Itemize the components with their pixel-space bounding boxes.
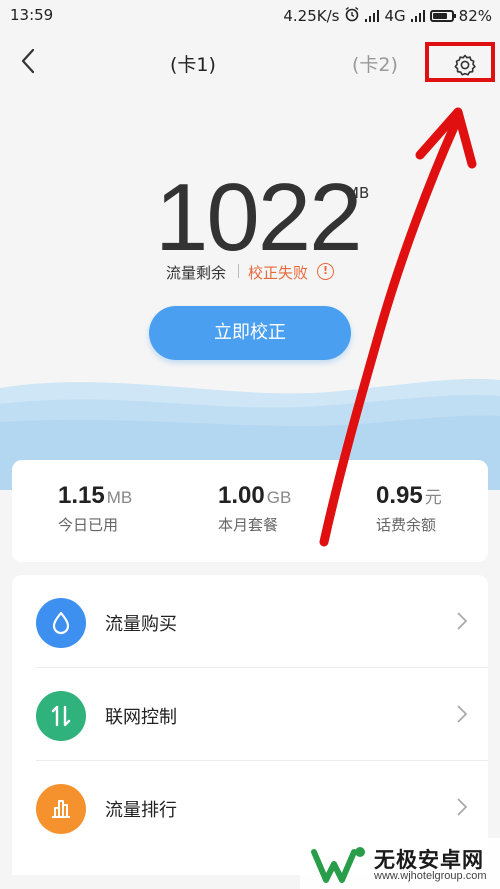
stat-value: 0.95 <box>376 482 423 509</box>
battery-percent: 82% <box>458 7 492 25</box>
watermark: 无极安卓网 www.wjhotelgroup.com <box>300 838 500 889</box>
watermark-url: www.wjhotelgroup.com <box>374 870 487 882</box>
arrows-up-down-icon <box>36 691 86 741</box>
stat-unit: MB <box>106 488 133 507</box>
status-indicators: 4.25K/s 4G 82% <box>283 6 492 26</box>
menu-item-purchase[interactable]: 流量购买 <box>12 575 488 667</box>
tab-card2[interactable]: (卡2) <box>352 50 398 77</box>
stat-label: 话费余额 <box>376 516 437 534</box>
battery-icon <box>429 10 456 22</box>
logo-icon <box>311 847 365 883</box>
stat-value: 1.15 <box>58 482 105 509</box>
divider <box>238 264 239 278</box>
exclamation-circle-icon[interactable]: ! <box>317 263 334 280</box>
stat-today-used[interactable]: 1.15 MB 今日已用 <box>58 482 218 535</box>
remaining-value: 1022 <box>155 164 363 271</box>
chevron-right-icon <box>457 798 468 816</box>
stat-monthly-plan[interactable]: 1.00 GB 本月套餐 <box>218 482 378 535</box>
chevron-right-icon <box>457 705 468 723</box>
remaining-label: 流量剩余 <box>166 264 227 282</box>
network-speed: 4.25K/s <box>283 7 340 25</box>
menu-label: 流量购买 <box>105 614 177 635</box>
menu-label: 流量排行 <box>105 800 177 821</box>
menu-item-network-control[interactable]: 联网控制 <box>12 668 488 760</box>
stat-label: 本月套餐 <box>218 516 279 534</box>
calibration-status[interactable]: 校正失败 <box>248 262 308 283</box>
stat-value: 1.00 <box>218 482 265 509</box>
menu-list: 流量购买 联网控制 流量排行 <box>12 575 488 875</box>
back-button[interactable] <box>14 46 44 76</box>
chevron-left-icon <box>21 48 35 74</box>
stat-unit: GB <box>266 488 292 507</box>
menu-label: 联网控制 <box>105 707 177 728</box>
remaining-unit: MB <box>346 184 370 202</box>
status-time: 13:59 <box>10 6 54 24</box>
header: (卡1) (卡2) <box>0 36 500 88</box>
stat-unit: 元 <box>424 488 442 507</box>
calibrate-now-button[interactable]: 立即校正 <box>149 306 351 360</box>
droplet-icon <box>36 598 86 648</box>
alarm-icon <box>344 6 360 26</box>
stat-balance[interactable]: 0.95 元 话费余额 <box>376 482 500 535</box>
chevron-right-icon <box>457 612 468 630</box>
gear-icon <box>454 54 476 76</box>
tab-card1[interactable]: (卡1) <box>170 50 216 77</box>
signal-icon <box>365 10 380 22</box>
settings-button[interactable] <box>425 42 495 82</box>
stat-label: 今日已用 <box>58 516 119 534</box>
status-bar: 13:59 4.25K/s 4G 82% <box>0 0 500 30</box>
bar-chart-icon <box>36 784 86 834</box>
usage-summary-card: 1.15 MB 今日已用 1.00 GB 本月套餐 0.95 元 话费余额 <box>12 460 488 562</box>
signal-icon <box>410 10 425 22</box>
network-type: 4G <box>384 7 406 25</box>
